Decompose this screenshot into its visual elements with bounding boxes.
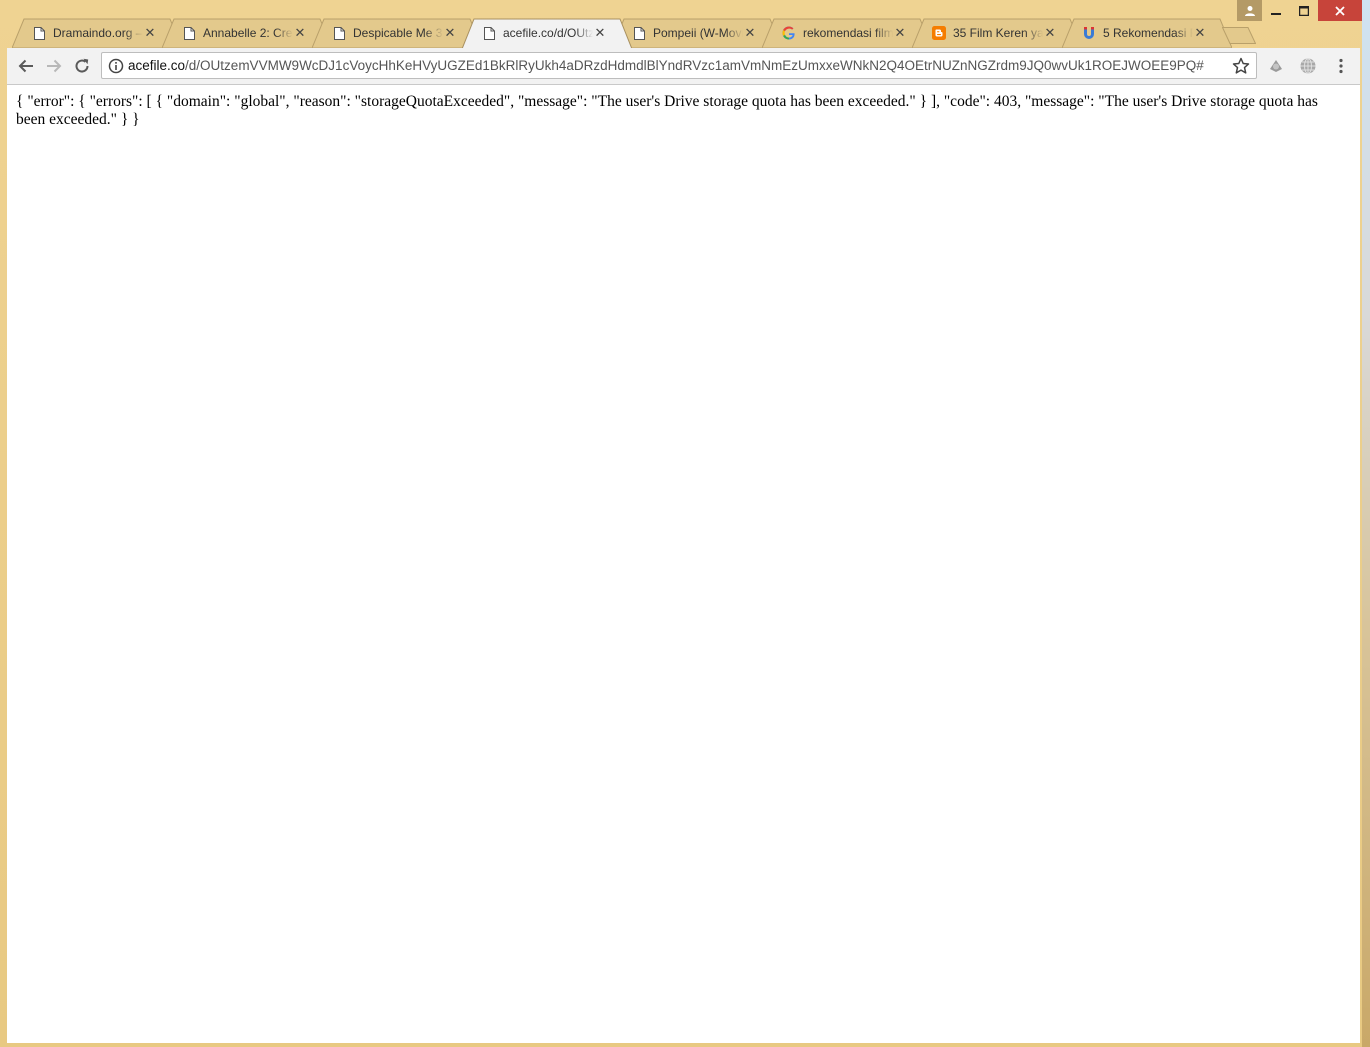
info-icon[interactable] — [108, 58, 124, 74]
page-icon — [632, 26, 646, 40]
arrow-left-icon — [18, 59, 33, 73]
blogger-icon — [932, 26, 946, 40]
back-button[interactable] — [15, 55, 37, 77]
extension-icon[interactable] — [1267, 57, 1285, 75]
browser-toolbar: acefile.co/d/OUtzemVVMW9WcDJ1cVoycHhKeHV… — [7, 48, 1360, 85]
tab-title: 5 Rekomendasi F — [1103, 26, 1193, 40]
person-icon — [1244, 5, 1255, 16]
tab-close-button[interactable]: ✕ — [143, 25, 157, 40]
reload-icon — [75, 58, 89, 73]
tab-strip: Dramaindo.org – ✕ Annabelle 2: Crea ✕ De… — [12, 18, 1262, 48]
minimize-button[interactable] — [1262, 0, 1290, 21]
kebab-menu-icon[interactable] — [1332, 57, 1350, 75]
url-text[interactable]: acefile.co/d/OUtzemVVMW9WcDJ1cVoycHhKeHV… — [128, 58, 1228, 73]
tab-title: rekomendasi film — [803, 26, 893, 40]
forward-button[interactable] — [43, 55, 65, 77]
tab[interactable]: Pompeii (W-Movi ✕ — [612, 18, 782, 48]
tab-close-button[interactable]: ✕ — [443, 25, 457, 40]
tab-title: Pompeii (W-Movi — [653, 26, 743, 40]
reload-button[interactable] — [71, 55, 93, 77]
page-icon — [482, 26, 496, 40]
tab-close-button[interactable]: ✕ — [743, 25, 757, 40]
star-icon[interactable] — [1232, 57, 1250, 75]
tab[interactable]: 5 Rekomendasi F ✕ — [1062, 18, 1232, 48]
page-content: { "error": { "errors": [ { "domain": "gl… — [7, 85, 1360, 1043]
close-window-button[interactable] — [1318, 0, 1362, 21]
arrow-right-icon — [47, 59, 62, 73]
google-icon — [782, 26, 796, 40]
json-error-text: { "error": { "errors": [ { "domain": "gl… — [16, 93, 1318, 128]
tab-close-button[interactable]: ✕ — [293, 25, 307, 40]
globe-icon[interactable] — [1299, 57, 1317, 75]
magnet-icon — [1082, 26, 1096, 40]
tab-close-button[interactable]: ✕ — [593, 25, 607, 40]
tab-close-button[interactable]: ✕ — [1193, 25, 1207, 40]
close-icon — [1335, 5, 1345, 16]
tab[interactable]: 35 Film Keren yan ✕ — [912, 18, 1082, 48]
tab-title: Despicable Me 3 — [353, 26, 443, 40]
tab[interactable]: Dramaindo.org – ✕ — [12, 18, 182, 48]
page-icon — [332, 26, 346, 40]
tab-close-button[interactable]: ✕ — [1043, 25, 1057, 40]
tab[interactable]: Annabelle 2: Crea ✕ — [162, 18, 332, 48]
tab[interactable]: Despicable Me 3 ✕ — [312, 18, 482, 48]
tab[interactable]: rekomendasi film ✕ — [762, 18, 932, 48]
tab-title: 35 Film Keren yan — [953, 26, 1043, 40]
page-icon — [182, 26, 196, 40]
url-host: acefile.co — [128, 58, 186, 73]
tab-title: acefile.co/d/OUtz — [503, 26, 593, 40]
address-bar[interactable]: acefile.co/d/OUtzemVVMW9WcDJ1cVoycHhKeHV… — [101, 52, 1257, 79]
desktop-background-strip — [1362, 0, 1370, 1047]
tab-close-button[interactable]: ✕ — [893, 25, 907, 40]
new-tab-button[interactable] — [1222, 27, 1256, 44]
minimize-icon — [1271, 12, 1281, 15]
maximize-icon — [1299, 5, 1309, 16]
tab-title: Annabelle 2: Crea — [203, 26, 293, 40]
page-icon — [32, 26, 46, 40]
url-path: /d/OUtzemVVMW9WcDJ1cVoycHhKeHVyUGZEd1BkR… — [185, 58, 1204, 73]
tab-active[interactable]: acefile.co/d/OUtz ✕ — [462, 18, 632, 48]
tab-title: Dramaindo.org – — [53, 26, 143, 40]
maximize-button[interactable] — [1290, 0, 1318, 21]
